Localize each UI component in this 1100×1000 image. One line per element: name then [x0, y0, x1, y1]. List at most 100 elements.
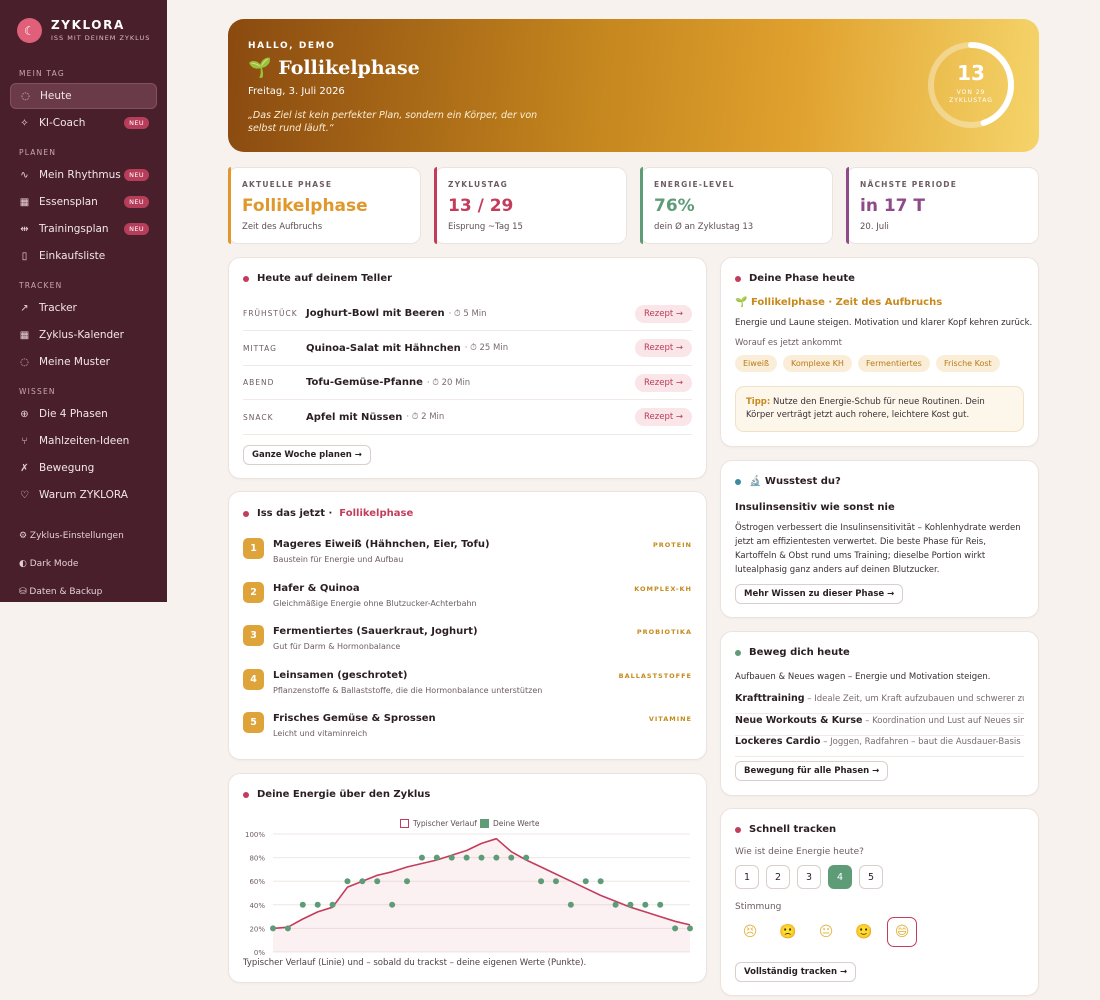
- sidebar-item-warum-zyklora[interactable]: ♡ Warum ZYKLORA: [10, 482, 157, 508]
- chart-footnote: Typischer Verlauf (Linie) und – sobald d…: [243, 958, 587, 968]
- stat-label: AKTUELLE PHASE: [242, 180, 333, 189]
- sidebar-item-einkaufsliste[interactable]: ▯ Einkaufsliste: [10, 243, 157, 269]
- sidebar-item-trainingsplan[interactable]: ⇹ Trainingsplan NEU: [10, 216, 157, 242]
- own-value-point: [344, 878, 351, 885]
- mood-emoji-button[interactable]: 😣: [735, 917, 765, 947]
- moon-logo-icon: ☾: [17, 18, 42, 43]
- sidebar-footer-link[interactable]: ⛁ Daten & Backup: [0, 578, 167, 606]
- focus-label: Worauf es jetzt ankommt: [735, 338, 842, 348]
- meal-name[interactable]: Tofu-Gemüse-Pfanne: [306, 377, 423, 388]
- own-value-point: [672, 925, 679, 932]
- food-item: 5 Frisches Gemüse & Sprossen Leicht und vi…: [243, 712, 692, 752]
- food-category-tag: KOMPLEX-KH: [634, 584, 692, 593]
- calendar-icon: ▦: [19, 329, 30, 341]
- sidebar-item-tracker[interactable]: ↗ Tracker: [10, 295, 157, 321]
- meal-name[interactable]: Quinoa-Salat mit Hähnchen: [306, 343, 461, 354]
- new-badge: NEU: [124, 117, 149, 129]
- sidebar-item-label: Tracker: [39, 302, 77, 314]
- sidebar-item-zyklus-kalender[interactable]: ▦ Zyklus-Kalender: [10, 322, 157, 348]
- meal-type: MITTAG: [243, 343, 277, 353]
- rank-badge: 3: [243, 625, 264, 646]
- own-value-point: [567, 901, 574, 908]
- energy-level-button[interactable]: 1: [735, 865, 759, 889]
- stat-card: AKTUELLE PHASE Follikelphase Zeit des Aufb…: [228, 167, 421, 244]
- pulse-icon: ∿: [20, 169, 29, 181]
- new-badge: NEU: [124, 223, 149, 235]
- globe-icon: ⊕: [20, 408, 29, 420]
- plan-week-button[interactable]: Ganze Woche planen →: [243, 445, 371, 465]
- workout-desc: – Koordination und Lust auf Neues sind h…: [865, 715, 1024, 726]
- recipe-button[interactable]: Rezept →: [635, 339, 692, 357]
- brand[interactable]: ☾ ZYKLORA ISS MIT DEINEM ZYKLUS: [0, 0, 167, 55]
- sidebar-item-label: Bewegung: [39, 462, 95, 474]
- own-value-point: [687, 925, 693, 932]
- food-name: Fermentiertes (Sauerkraut, Joghurt): [273, 626, 478, 637]
- recipe-button[interactable]: Rezept →: [635, 304, 692, 323]
- hero-phase-name: Follikelphase: [278, 57, 420, 79]
- sidebar-item-label: Mein Rhythmus: [39, 169, 121, 181]
- hero-date: Freitag, 3. Juli 2026: [248, 86, 345, 97]
- sidebar-item-label: Zyklus-Kalender: [39, 329, 124, 341]
- workout-name: Neue Workouts & Kurse: [735, 714, 863, 726]
- energy-level-button[interactable]: 4: [828, 865, 852, 889]
- recipe-button[interactable]: Rezept →: [635, 373, 692, 392]
- sidebar-item-essensplan[interactable]: ▦ Essensplan NEU: [10, 189, 157, 215]
- nav-section-label: PLANEN: [19, 148, 57, 157]
- more-knowledge-button[interactable]: Mehr Wissen zu dieser Phase →: [735, 584, 904, 604]
- food-name: Hafer & Quinoa: [273, 582, 360, 594]
- tip-box: Tipp: Nutze den Energie-Schub für neue R…: [735, 386, 1024, 432]
- hero-banner: HALLO, DEMO 🌱 Follikelphase Freitag, 3. …: [228, 19, 1039, 152]
- food-item: 2 Hafer & Quinoa Gleichmäßige Energie ohne…: [243, 581, 692, 622]
- nav-section-label: TRACKEN: [19, 281, 63, 290]
- meal-row: FRÜHSTÜCK Joghurt-Bowl mit Beeren · ⏱ 5 Mi…: [243, 297, 692, 331]
- y-tick-label: 60%: [249, 878, 265, 886]
- trash-list-icon: ▯: [21, 250, 28, 262]
- legend-typical: Typischer Verlauf: [400, 819, 477, 828]
- all-phases-movement-button[interactable]: Bewegung für alle Phasen →: [735, 761, 889, 781]
- own-value-point: [642, 901, 649, 908]
- energy-level-button[interactable]: 3: [797, 865, 821, 889]
- own-value-point: [478, 854, 485, 861]
- brand-tagline: ISS MIT DEINEM ZYKLUS: [51, 34, 151, 42]
- sidebar-footer-link[interactable]: ⚙ Zyklus-Einstellungen: [0, 522, 167, 550]
- own-value-point: [493, 854, 500, 861]
- mood-emoji-button[interactable]: 🙁: [773, 917, 803, 947]
- mood-emoji-button[interactable]: 🙂: [849, 917, 879, 947]
- workout-desc: – Ideale Zeit, um Kraft aufzubauen und s…: [807, 694, 1024, 704]
- own-value-point: [538, 878, 545, 885]
- full-track-button[interactable]: Vollständig tracken →: [735, 962, 857, 982]
- meal-row: ABEND Tofu-Gemüse-Pfanne · ⏱ 20 Min Rezept …: [243, 366, 692, 400]
- y-tick-label: 100%: [245, 831, 265, 839]
- stat-card: NÄCHSTE PERIODE in 17 T 20. Juli: [846, 167, 1039, 244]
- meal-time: · ⏱ 5 Min: [448, 308, 487, 319]
- energy-level-button[interactable]: 5: [859, 865, 883, 889]
- sidebar-item-meine-muster[interactable]: ◌ Meine Muster: [10, 349, 157, 375]
- sidebar-item-die-4-phasen[interactable]: ⊕ Die 4 Phasen: [10, 401, 157, 427]
- focus-pill: Eiweiß: [735, 355, 778, 372]
- recipe-button[interactable]: Rezept →: [635, 408, 692, 426]
- sprout-icon: 🌱: [735, 297, 748, 308]
- sidebar-item-bewegung[interactable]: ✗ Bewegung: [10, 455, 157, 481]
- mood-emoji-button[interactable]: 😄: [887, 917, 917, 947]
- own-value-point: [448, 854, 455, 861]
- mood-emoji-button[interactable]: 😐: [811, 917, 841, 947]
- meal-name[interactable]: Joghurt-Bowl mit Beeren: [306, 308, 445, 319]
- sidebar-footer-link[interactable]: ◐ Dark Mode: [0, 550, 167, 578]
- stat-subtext: Zeit des Aufbruchs: [242, 222, 323, 232]
- hero-phase-title: 🌱 Follikelphase: [248, 56, 1019, 79]
- energy-level-button[interactable]: 2: [766, 865, 790, 889]
- food-benefit: Gut für Darm & Hormonbalance: [273, 642, 401, 651]
- sidebar-item-heute[interactable]: ◌ Heute: [10, 83, 157, 109]
- sidebar-item-ki-coach[interactable]: ✧ KI-Coach NEU: [10, 110, 157, 136]
- lightbulb-icon: ◌: [21, 90, 30, 102]
- move-today-card: Beweg dich heute Aufbauen & Neues wagen …: [720, 631, 1039, 796]
- stat-value: in 17 T: [860, 196, 926, 216]
- food-item: 4 Leinsamen (geschrotet) Pflanzenstoffe & …: [243, 668, 692, 709]
- sidebar-item-mein-rhythmus[interactable]: ∿ Mein Rhythmus NEU: [10, 162, 157, 188]
- sidebar-item-mahlzeiten-ideen[interactable]: ⑂ Mahlzeiten-Ideen: [10, 428, 157, 454]
- trend-icon: ↗: [20, 302, 29, 314]
- phase-description: Energie und Laune steigen. Motivation un…: [735, 318, 1033, 328]
- y-tick-label: 20%: [249, 925, 265, 933]
- rank-badge: 4: [243, 668, 264, 690]
- meal-name[interactable]: Apfel mit Nüssen: [306, 412, 402, 423]
